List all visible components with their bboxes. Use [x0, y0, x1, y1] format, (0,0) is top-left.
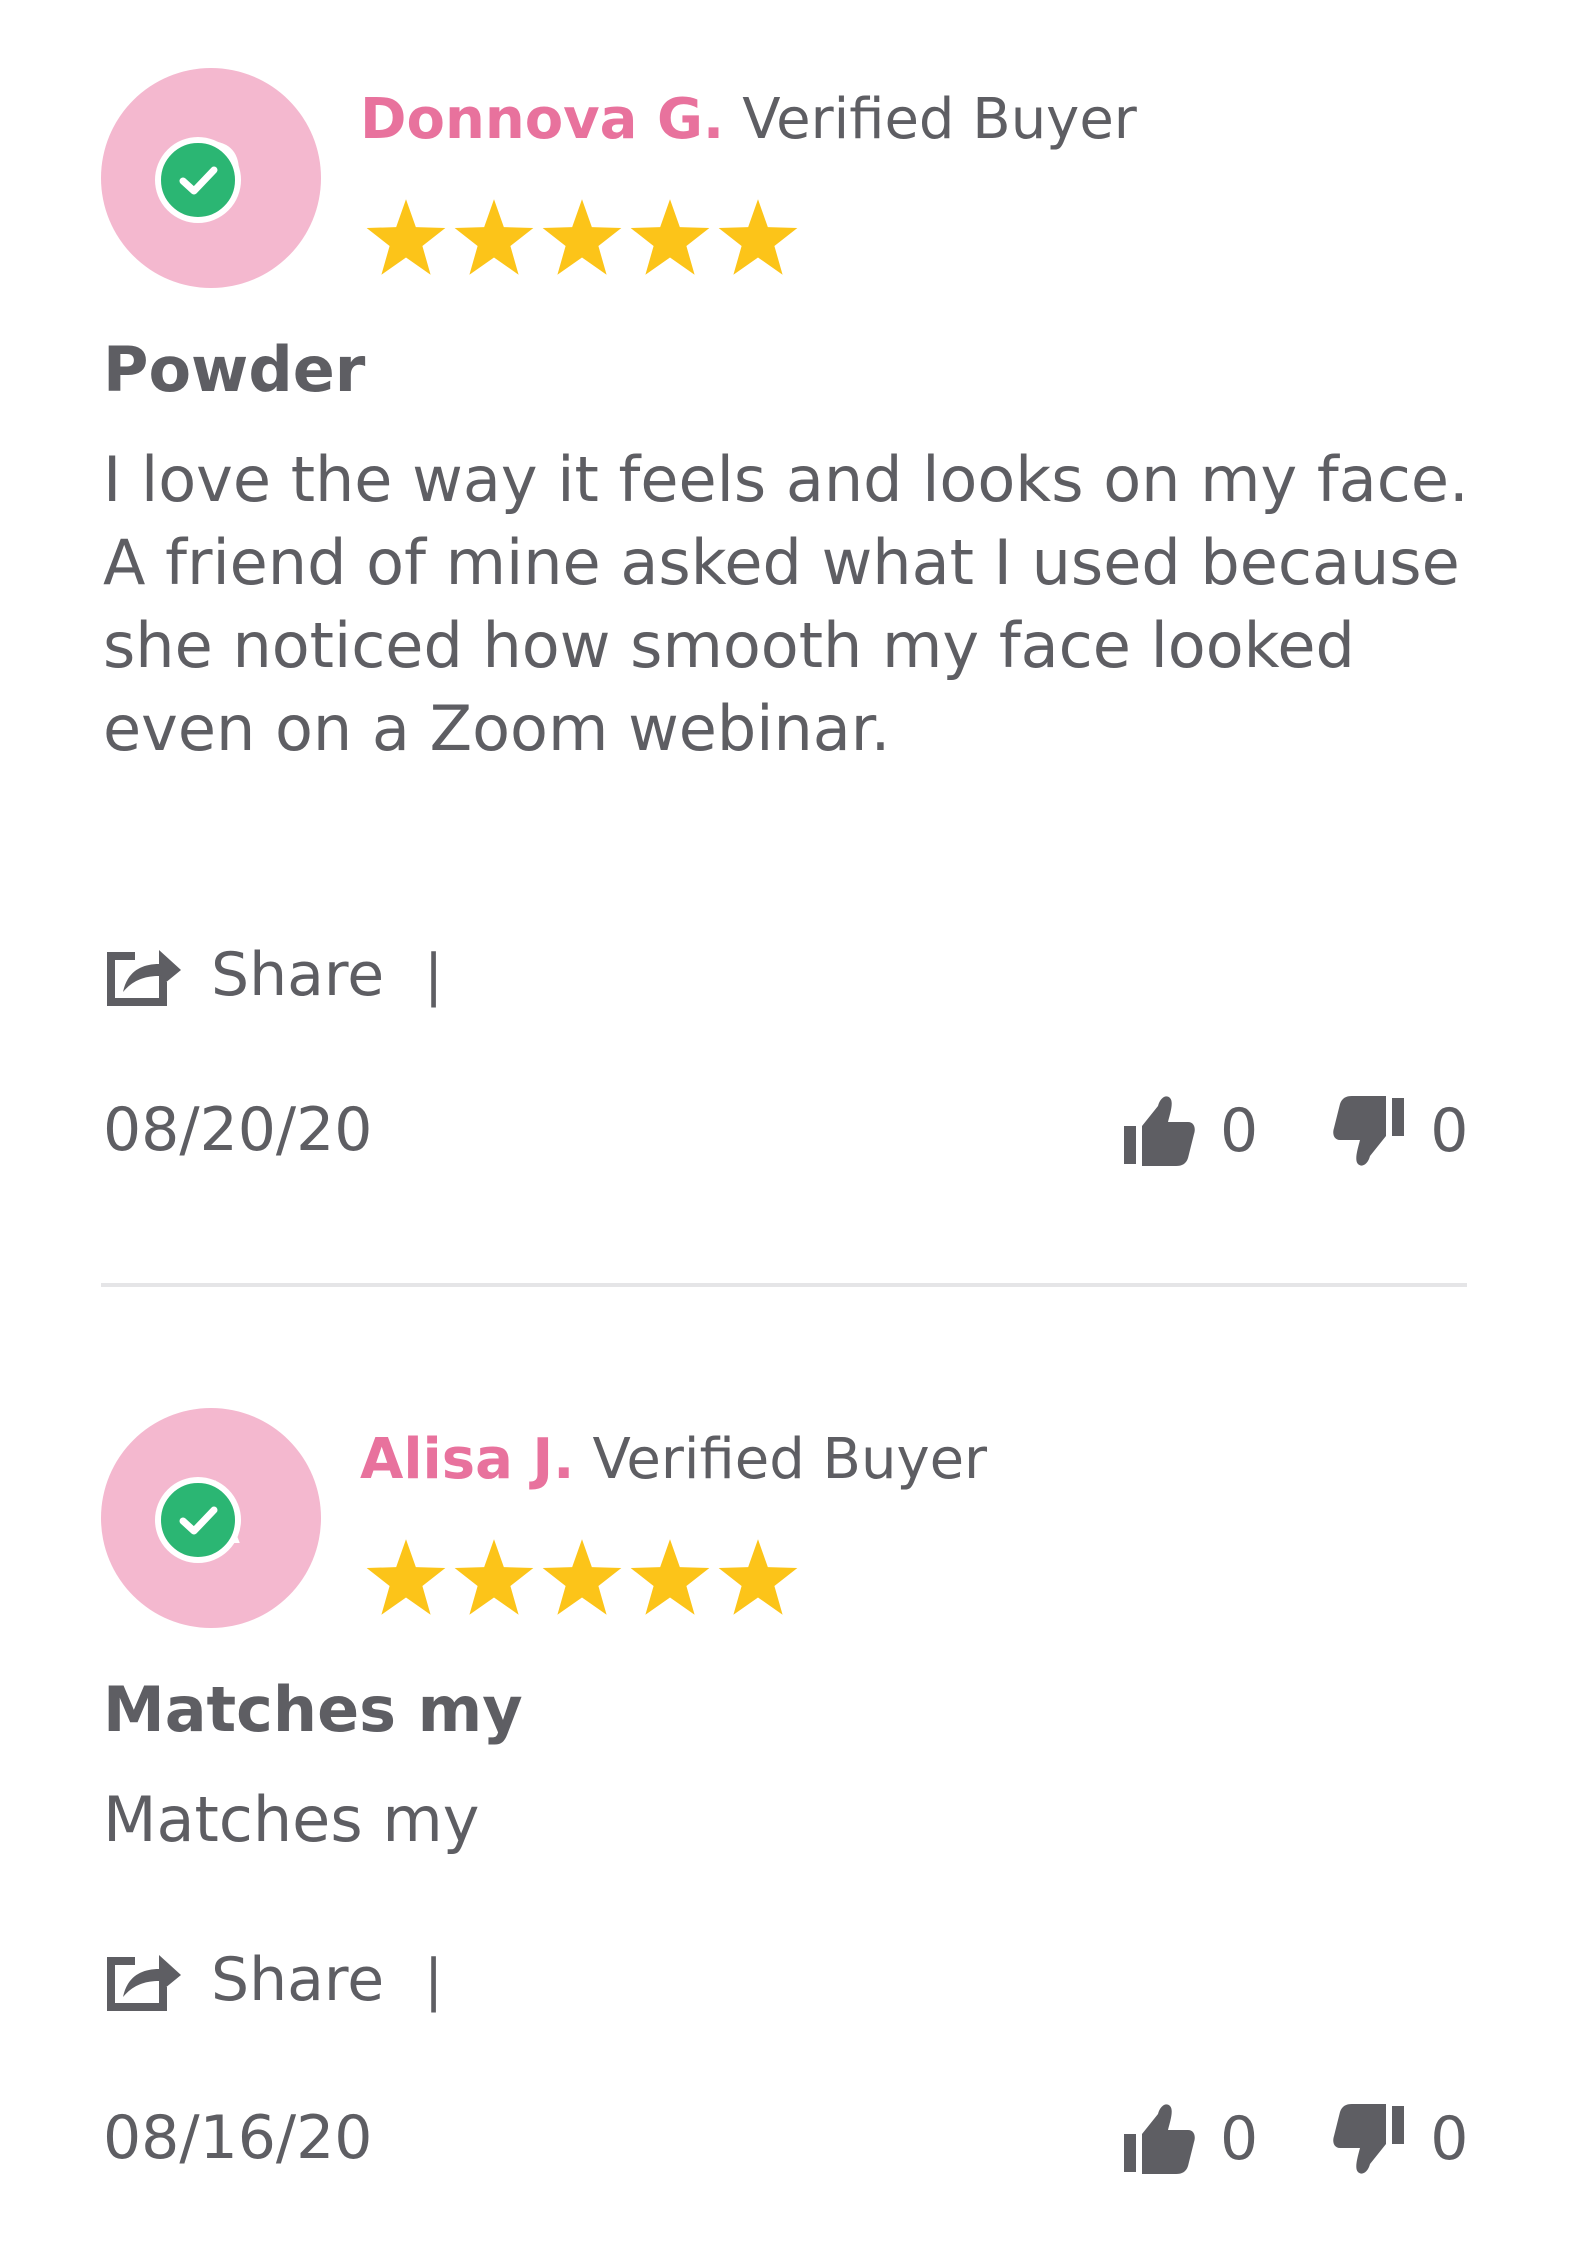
thumbs-up-icon[interactable]	[1120, 1092, 1198, 1170]
star-icon	[454, 1539, 534, 1615]
upvote-count: 0	[1220, 1096, 1259, 1166]
review-title: Matches my	[103, 1673, 523, 1746]
downvote-count: 0	[1430, 2104, 1469, 2174]
review-date: 08/16/20	[103, 2103, 373, 2173]
thumbs-down-icon[interactable]	[1330, 1092, 1408, 1170]
verified-buyer-label: Verified Buyer	[592, 1427, 988, 1492]
downvote-count: 0	[1430, 1096, 1469, 1166]
verified-check-icon	[155, 1477, 241, 1563]
share-button[interactable]: Share	[211, 1945, 384, 2015]
review-card: A Alisa J.Verified Buyer Matches my Matc…	[0, 1340, 1587, 2245]
separator: |	[424, 1947, 444, 2013]
verified-check-icon	[155, 137, 241, 223]
separator: |	[424, 942, 444, 1008]
verified-buyer-label: Verified Buyer	[742, 87, 1137, 152]
star-icon	[542, 1539, 622, 1615]
review-date: 08/20/20	[103, 1095, 373, 1165]
share-button[interactable]: Share	[211, 940, 384, 1010]
star-icon	[454, 199, 534, 275]
star-icon	[542, 199, 622, 275]
share-icon[interactable]	[105, 942, 183, 1008]
review-body: I love the way it feels and looks on my …	[103, 443, 1469, 765]
thumbs-up-icon[interactable]	[1120, 2100, 1198, 2178]
star-icon	[366, 199, 446, 275]
author-line: Alisa J. Verified Buyer	[360, 1425, 987, 1495]
share-row: Share |	[105, 935, 443, 1015]
star-icon	[630, 1539, 710, 1615]
author-name[interactable]: Donnova G.	[360, 87, 724, 152]
star-rating	[365, 197, 799, 277]
star-rating	[365, 1537, 799, 1617]
star-icon	[718, 199, 798, 275]
review-card: D Donnova G.Verified Buyer Powder I love…	[0, 0, 1587, 1283]
share-row: Share |	[105, 1940, 443, 2020]
star-icon	[630, 199, 710, 275]
vote-row: 0 0	[1120, 1086, 1468, 1176]
review-title: Powder	[103, 333, 366, 406]
review-divider	[101, 1283, 1467, 1287]
upvote-count: 0	[1220, 2104, 1259, 2174]
share-icon[interactable]	[105, 1947, 183, 2013]
vote-row: 0 0	[1120, 2094, 1468, 2184]
star-icon	[718, 1539, 798, 1615]
author-name[interactable]: Alisa J.	[360, 1427, 574, 1492]
author-line: Donnova G. Verified Buyer	[360, 85, 1137, 155]
thumbs-down-icon[interactable]	[1330, 2100, 1408, 2178]
star-icon	[366, 1539, 446, 1615]
review-body: Matches my	[103, 1783, 480, 1856]
